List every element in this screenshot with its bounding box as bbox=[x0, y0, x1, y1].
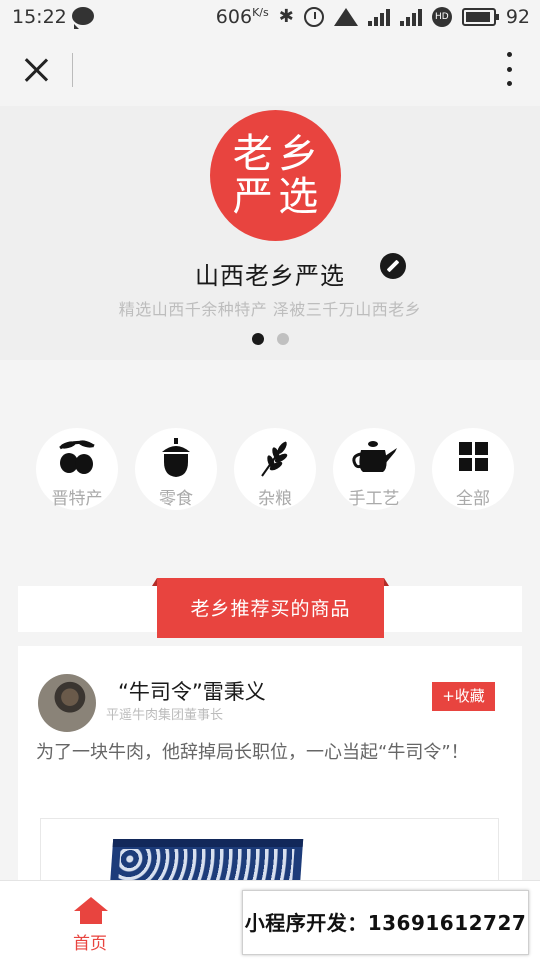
person-title: 平遥牛肉集团董事长 bbox=[106, 708, 224, 723]
chat-bubble-icon bbox=[72, 7, 94, 29]
page-indicator bbox=[252, 333, 289, 345]
category-label: 手工艺 bbox=[348, 489, 400, 509]
tab-home-label: 首页 bbox=[73, 934, 107, 954]
contact-banner: 小程序开发：13691612727 bbox=[242, 890, 529, 955]
nav-bar bbox=[0, 34, 540, 106]
nav-divider bbox=[72, 53, 73, 87]
battery-icon bbox=[461, 8, 499, 26]
category-row: 晋特产 零食 杂粮 手工艺 全部 bbox=[0, 428, 540, 518]
hd-voice-icon: HD bbox=[431, 7, 452, 27]
category-item-grains[interactable]: 杂粮 bbox=[234, 428, 316, 510]
avatar[interactable] bbox=[38, 674, 96, 732]
logo-char: 严 bbox=[232, 174, 273, 221]
cellular-signal-4g-icon bbox=[367, 8, 390, 26]
page-dot-active[interactable] bbox=[252, 333, 264, 345]
network-speed: 606K/s bbox=[216, 6, 269, 28]
more-options-icon[interactable] bbox=[504, 52, 514, 86]
network-speed-value: 606 bbox=[215, 6, 253, 28]
favorite-button[interactable]: +收藏 bbox=[432, 682, 495, 711]
logo-char: 选 bbox=[278, 174, 319, 221]
status-icons: 606K/s ✱ HD 92 bbox=[216, 6, 530, 28]
category-item-snacks[interactable]: 零食 bbox=[135, 428, 217, 510]
person-name: “牛司令”雷秉义 bbox=[118, 680, 266, 704]
status-time: 15:22 bbox=[12, 6, 67, 28]
category-item-handicraft[interactable]: 手工艺 bbox=[333, 428, 415, 510]
bluetooth-icon: ✱ bbox=[278, 6, 294, 27]
wifi-icon bbox=[333, 8, 358, 26]
battery-level: 92 bbox=[505, 6, 530, 28]
category-label: 全部 bbox=[456, 489, 490, 509]
category-label: 杂粮 bbox=[258, 489, 292, 509]
logo-char: 乡 bbox=[278, 130, 319, 177]
edit-icon[interactable] bbox=[380, 253, 406, 279]
logo-char: 老 bbox=[232, 130, 273, 177]
tab-home[interactable]: 首页 bbox=[60, 897, 120, 957]
store-name: 山西老乡严选 bbox=[195, 262, 345, 290]
category-item-all[interactable]: 全部 bbox=[432, 428, 514, 510]
network-speed-unit: K/s bbox=[252, 6, 269, 19]
cellular-signal-icon bbox=[399, 8, 422, 26]
store-logo: 老 乡 严 选 bbox=[210, 110, 341, 241]
teapot-icon bbox=[352, 441, 397, 472]
acorn-icon bbox=[162, 438, 190, 477]
section-title: 老乡推荐买的商品 bbox=[152, 578, 389, 638]
grid-icon bbox=[459, 442, 488, 471]
wheat-icon bbox=[261, 441, 288, 477]
close-icon[interactable] bbox=[22, 56, 50, 84]
olive-icon bbox=[59, 440, 95, 474]
category-label: 零食 bbox=[159, 489, 193, 509]
store-header: 老 乡 严 选 山西老乡严选 精选山西千余种特产 泽被三千万山西老乡 bbox=[0, 106, 540, 360]
store-slogan: 精选山西千余种特产 泽被三千万山西老乡 bbox=[118, 300, 422, 319]
category-item-specialty[interactable]: 晋特产 bbox=[36, 428, 118, 510]
page-dot[interactable] bbox=[277, 333, 289, 345]
alarm-icon bbox=[303, 7, 324, 27]
status-bar: 15:22 606K/s ✱ HD 92 bbox=[0, 0, 540, 34]
product-description: 为了一块牛肉，他辞掉局长职位，一心当起“牛司令”！ bbox=[36, 742, 469, 763]
category-label: 晋特产 bbox=[51, 489, 103, 509]
home-icon bbox=[74, 897, 108, 925]
